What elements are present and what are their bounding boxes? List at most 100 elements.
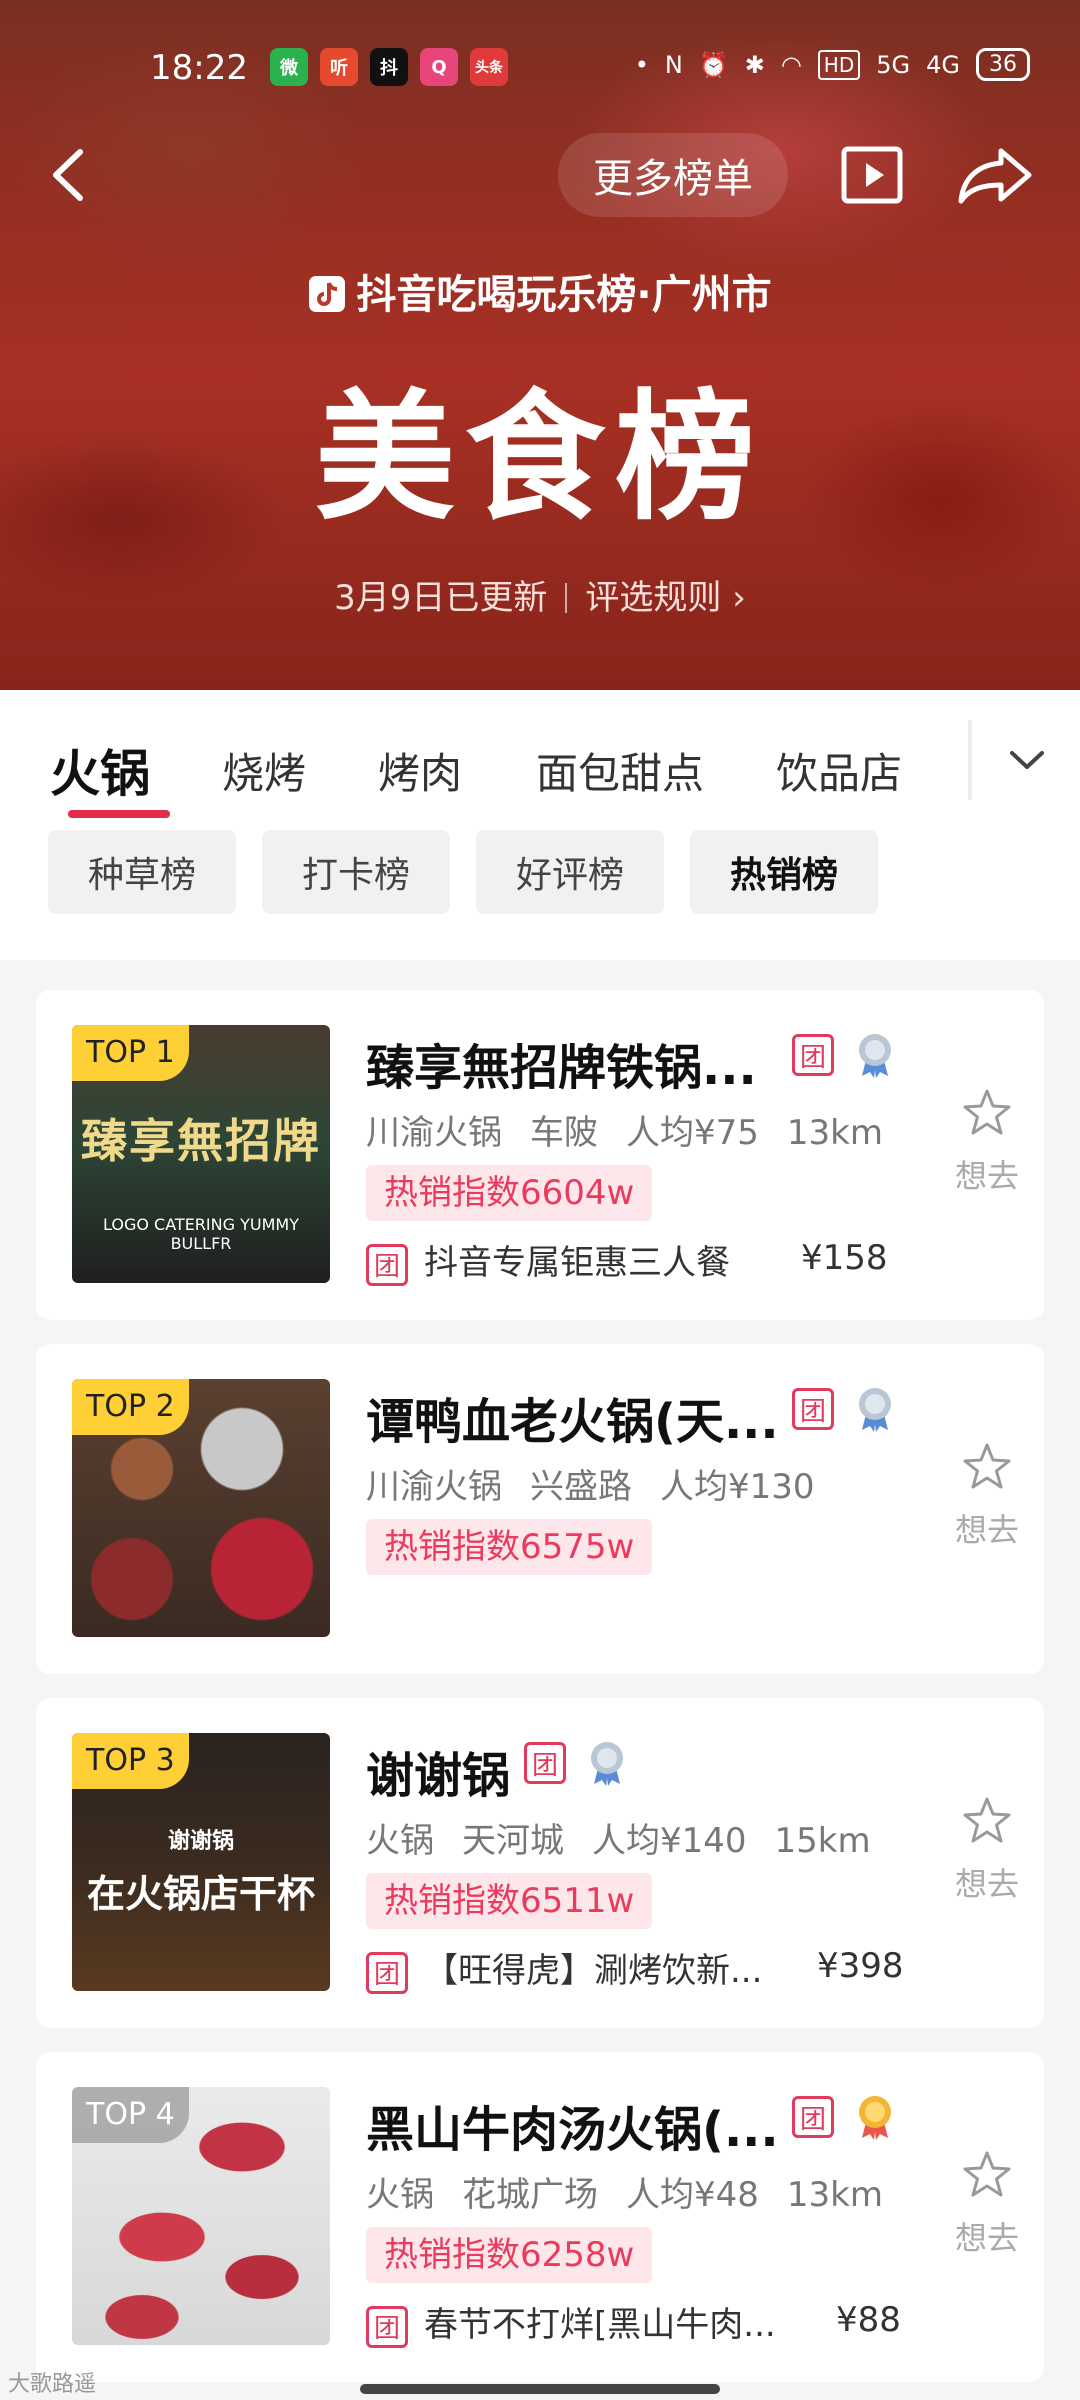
avg-price: 人均¥48 [626, 2175, 759, 2215]
rules-link[interactable]: 评选规则 › [585, 578, 745, 618]
want-to-go-button[interactable]: 想去 [942, 1085, 1032, 1197]
distance: 15km [774, 1821, 871, 1861]
group-buy-badge: 团 [366, 2305, 408, 2348]
active-tab-indicator [68, 810, 170, 818]
status-bar: 18:22 微 听 抖 Q 头条 • N ⏰ ✱ ◠ HD 5G 4G 36 [0, 40, 1080, 96]
tab-drinks[interactable]: 饮品店 [776, 740, 902, 801]
list-item[interactable]: TOP 2 谭鸭血老火锅(天... 团 川渝火锅 兴盛路 人均¥130 热销指数65… [36, 1344, 1044, 1674]
restaurant-image: TOP 2 [72, 1379, 330, 1637]
restaurant-meta: 火锅 天河城 人均¥140 15km [366, 1813, 899, 1862]
subtab-bestseller[interactable]: 热销榜 [690, 830, 878, 914]
list-item[interactable]: 臻享無招牌 LOGO CATERING YUMMY BULLFR TOP 1 臻… [36, 990, 1044, 1320]
list-item[interactable]: 谢谢锅 在火锅店干杯 TOP 3 谢谢锅 团 火锅 天河城 人均¥140 15km 热… [36, 1698, 1044, 2028]
restaurant-name: 谭鸭血老火锅(天... [366, 1394, 779, 1450]
want-to-go-button[interactable]: 想去 [942, 1793, 1032, 1905]
douyin-icon: 抖 [370, 48, 408, 86]
toutiao-icon: 头条 [470, 48, 508, 86]
tab-bakery[interactable]: 面包甜点 [536, 740, 704, 801]
hd-icon: HD [817, 49, 861, 80]
video-icon[interactable] [840, 143, 904, 207]
restaurant-name: 黑山牛肉汤火锅(... [366, 2102, 779, 2158]
image-brand-text: 谢谢锅 [167, 1829, 234, 1854]
more-lists-button[interactable]: 更多榜单 [558, 133, 788, 217]
group-buy-badge: 团 [524, 1742, 566, 1784]
group-buy-badge: 团 [366, 1951, 408, 1994]
silver-medal-icon [854, 1032, 896, 1078]
restaurant-meta: 川渝火锅 兴盛路 人均¥130 [366, 1459, 843, 1508]
star-icon [963, 1797, 1011, 1843]
restaurant-image: 臻享無招牌 LOGO CATERING YUMMY BULLFR TOP 1 [72, 1025, 330, 1283]
avg-price: 人均¥75 [626, 1113, 759, 1153]
want-to-go-label: 想去 [954, 1865, 1019, 1903]
subtab-checkin[interactable]: 打卡榜 [262, 830, 450, 914]
status-time: 18:22 [150, 48, 248, 88]
avg-price: 人均¥130 [660, 1467, 815, 1507]
distance: 13km [786, 1113, 883, 1153]
tab-grill[interactable]: 烤肉 [378, 740, 462, 801]
back-icon[interactable] [40, 140, 100, 210]
chevron-down-icon[interactable] [1002, 735, 1052, 785]
cuisine: 火锅 [366, 2175, 434, 2215]
cuisine: 火锅 [366, 1821, 434, 1861]
ranking-panel: 火锅 烧烤 烤肉 面包甜点 饮品店 种草榜 打卡榜 好评榜 热销榜 臻享無招牌 … [0, 690, 1080, 2400]
deal-title: 春节不打烊[黑山牛肉... [424, 2305, 776, 2345]
group-buy-badge: 团 [792, 2096, 834, 2138]
hot-index-badge: 热销指数6511w [366, 1873, 653, 1929]
rank-badge: TOP 4 [72, 2087, 189, 2143]
area: 花城广场 [462, 2175, 598, 2215]
nfc-icon: N [664, 50, 683, 79]
hero-banner: 18:22 微 听 抖 Q 头条 • N ⏰ ✱ ◠ HD 5G 4G 36 更… [0, 0, 1080, 690]
silver-medal-icon [586, 1740, 628, 1786]
avg-price: 人均¥140 [592, 1821, 747, 1861]
restaurant-name: 谢谢锅 [366, 1748, 511, 1804]
tab-hotpot[interactable]: 火锅 [50, 734, 150, 806]
listen-app-icon: 听 [320, 48, 358, 86]
want-to-go-label: 想去 [954, 1157, 1019, 1195]
restaurant-image: TOP 4 [72, 2087, 330, 2345]
page-title: 美食榜 [314, 377, 765, 540]
signal-5g: 5G [876, 50, 911, 79]
image-sign-subtext: LOGO CATERING YUMMY BULLFR [103, 1215, 299, 1253]
brand-text: 抖音吃喝玩乐榜·广州市 [356, 272, 772, 318]
status-indicators: • N ⏰ ✱ ◠ HD 5G 4G 36 [635, 48, 1030, 81]
deal-line[interactable]: 团春节不打烊[黑山牛肉... [366, 2297, 776, 2348]
bluetooth-icon: ✱ [744, 50, 765, 79]
deal-line[interactable]: 团【旺得虎】涮烤饮新... [366, 1943, 762, 1994]
deal-price: ¥398 [817, 1946, 904, 1986]
list-item[interactable]: TOP 4 黑山牛肉汤火锅(... 团 火锅 花城广场 人均¥48 13km 热销指数… [36, 2052, 1044, 2382]
category-tabs: 火锅 烧烤 烤肉 面包甜点 饮品店 [0, 690, 1080, 830]
status-app-icons: 微 听 抖 Q 头条 [270, 48, 508, 86]
area: 车陂 [530, 1113, 598, 1153]
want-to-go-button[interactable]: 想去 [942, 1439, 1032, 1551]
rank-badge: TOP 3 [72, 1733, 189, 1789]
subtab-reviews[interactable]: 好评榜 [476, 830, 664, 914]
douyin-logo-icon [308, 275, 346, 313]
subtab-recommend[interactable]: 种草榜 [48, 830, 236, 914]
restaurant-meta: 火锅 花城广场 人均¥48 13km [366, 2167, 911, 2216]
image-caption-text: 在火锅店干杯 [86, 1872, 315, 1916]
hot-index-badge: 热销指数6575w [366, 1519, 653, 1575]
silver-medal-icon [854, 1386, 896, 1432]
signal-4g: 4G [926, 50, 960, 79]
updated-date: 3月9日已更新 [334, 578, 548, 618]
hot-index-badge: 热销指数6258w [366, 2227, 653, 2283]
cuisine: 川渝火锅 [366, 1467, 502, 1507]
restaurant-image: 谢谢锅 在火锅店干杯 TOP 3 [72, 1733, 330, 1991]
share-icon[interactable] [955, 145, 1035, 205]
deal-price: ¥158 [801, 1238, 888, 1278]
restaurant-name: 臻享無招牌铁锅... [366, 1040, 757, 1096]
deal-line[interactable]: 团抖音专属钜惠三人餐 [366, 1235, 730, 1286]
image-sign-text: 臻享無招牌 [81, 1114, 321, 1168]
brand-line: 抖音吃喝玩乐榜·广州市 [0, 262, 1080, 320]
wifi-icon: ◠ [780, 50, 802, 79]
battery-icon: 36 [976, 48, 1030, 81]
update-line: 3月9日已更新 评选规则 › [0, 570, 1080, 619]
want-to-go-button[interactable]: 想去 [942, 2147, 1032, 2259]
home-indicator[interactable] [360, 2384, 720, 2394]
group-buy-badge: 团 [792, 1388, 834, 1430]
wechat-icon: 微 [270, 48, 308, 86]
watermark: 大歌路遥 [8, 2372, 97, 2397]
star-icon [963, 1443, 1011, 1489]
group-buy-badge: 团 [366, 1243, 408, 1286]
tab-bbq[interactable]: 烧烤 [222, 740, 306, 801]
